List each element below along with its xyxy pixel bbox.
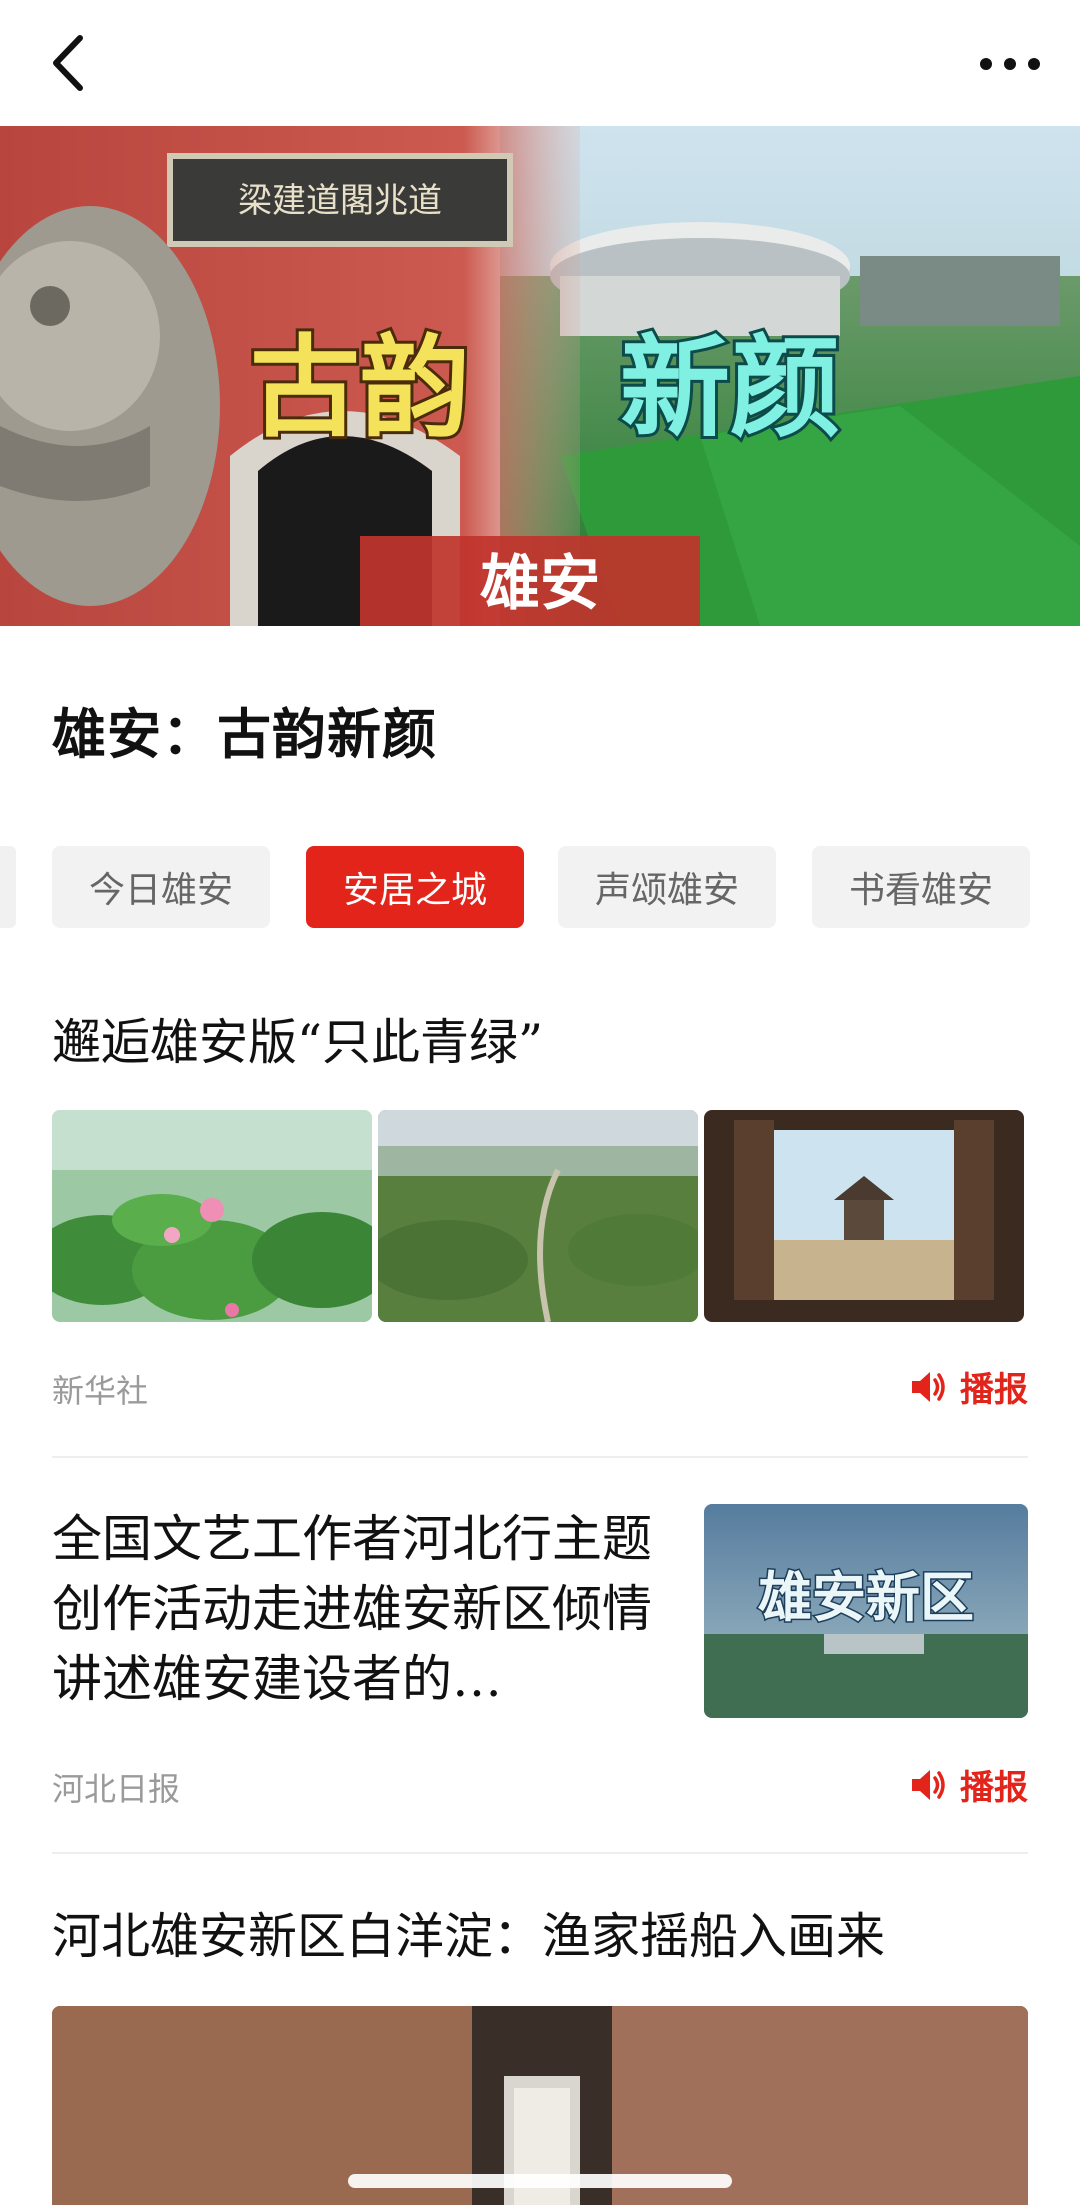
more-horizontal-icon [980,58,1040,70]
speaker-icon [912,1371,945,1402]
hero-headline-left: 古韵 [250,323,470,452]
plaque-text: 梁建道閣兆道 [238,181,442,221]
article-1-gallery [52,1110,1028,1322]
article-1-meta: 新华社 播报 [52,1356,1028,1416]
page-title: 雄安：古韵新颜 [52,702,437,766]
article-1-image-pavilion[interactable] [704,1110,1024,1322]
divider [52,1852,1028,1854]
category-tabs: 今日雄安 安居之城 声颂雄安 书看雄安 [0,846,1080,928]
article-source: 新华社 [52,1372,149,1410]
article-title: 河北雄安新区白洋淀：渔家摇船入画来 [52,1908,886,1965]
article-2-thumbnail[interactable]: 雄安新区 [704,1504,1028,1718]
chevron-left-icon [53,35,83,91]
top-nav-bar [0,0,1080,126]
article-1-image-forest[interactable] [378,1110,698,1322]
hero-banner-text: 雄安 [480,549,600,619]
hero-banner[interactable]: 梁建道閣兆道 古韵 新颜 雄安 [0,126,1080,626]
tab-livable-city[interactable]: 安居之城 [306,846,524,928]
tab-books-xiongan[interactable]: 书看雄安 [812,846,1030,928]
article-1-image-lotus[interactable] [52,1110,372,1322]
back-button[interactable] [40,30,106,96]
article-2-meta: 河北日报 播报 [52,1754,1028,1814]
article-card-1[interactable]: 邂逅雄安版“只此青绿” [52,1008,1028,1078]
thumb-caption: 雄安新区 [758,1565,974,1629]
speaker-icon [912,1769,945,1800]
tab-today-xiongan[interactable]: 今日雄安 [52,846,270,928]
tab-overflow-left[interactable] [0,846,16,928]
broadcast-button[interactable]: 播报 [908,1760,1028,1809]
tab-voices-xiongan[interactable]: 声颂雄安 [558,846,776,928]
broadcast-label: 播报 [960,1768,1028,1808]
hero-headline-right: 新颜 [620,323,840,452]
broadcast-button[interactable]: 播报 [908,1362,1028,1411]
article-card-2-title[interactable]: 全国文艺工作者河北行主题创作活动走进雄安新区倾情讲述雄安建设者的… [52,1504,652,1714]
article-source: 河北日报 [52,1770,181,1808]
more-button[interactable] [970,36,1050,92]
article-title: 邂逅雄安版“只此青绿” [52,1014,544,1071]
divider [52,1456,1028,1458]
home-indicator[interactable] [348,2174,732,2188]
article-card-3[interactable]: 河北雄安新区白洋淀：渔家摇船入画来 [52,1902,1028,1972]
broadcast-label: 播报 [960,1370,1028,1410]
